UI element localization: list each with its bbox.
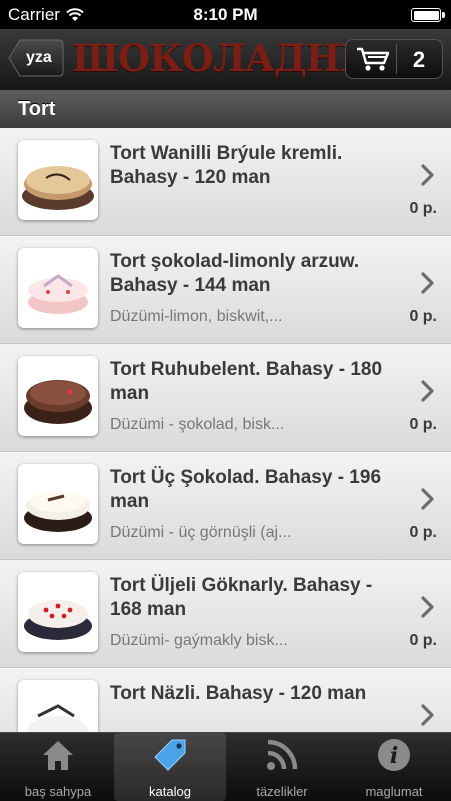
tab-label: katalog (149, 784, 191, 799)
product-row[interactable]: Tort Wanilli Brýule kremli. Bahasy - 120… (0, 128, 451, 236)
chevron-right-icon (421, 380, 434, 402)
status-bar: Carrier 8:10 PM (0, 0, 451, 29)
chevron-right-icon (421, 164, 434, 186)
product-list[interactable]: Tort Wanilli Brýule kremli. Bahasy - 120… (0, 128, 451, 732)
product-thumbnail (18, 464, 98, 544)
product-row[interactable]: Tort Ruhubelent. Bahasy - 180 man Düzümi… (0, 344, 451, 452)
section-title: Tort (18, 98, 56, 120)
tab-info[interactable]: i maglumat (338, 733, 450, 801)
product-price: 0 р. (409, 308, 437, 325)
tab-catalog[interactable]: katalog (114, 733, 226, 801)
product-thumbnail (18, 356, 98, 436)
back-button-label: yza (26, 49, 52, 66)
rss-icon (267, 739, 298, 770)
svg-text:i: i (390, 743, 398, 769)
tag-icon (154, 739, 186, 771)
tab-label: baş sahypa (24, 784, 92, 799)
product-price: 0 р. (409, 416, 437, 433)
product-title: Tort Üç Şokolad. Bahasy - 196 man (110, 467, 382, 512)
product-title: Tort Ruhubelent. Bahasy - 180 man (110, 359, 383, 404)
chevron-right-icon (421, 488, 434, 510)
tab-bar: baş sahypa katalog täzelikler i maglumat (0, 732, 451, 801)
clock: 8:10 PM (193, 5, 258, 24)
product-thumbnail (18, 680, 98, 732)
product-title: Tort Wanilli Brýule kremli. Bahasy - 120… (110, 143, 343, 188)
tab-label: maglumat (365, 784, 423, 799)
brand-logo: ШОКОЛАДНИЦА (72, 36, 439, 80)
chevron-right-icon (421, 596, 434, 618)
chevron-right-icon (421, 704, 434, 726)
navigation-bar: yza ШОКОЛАДНИЦА 2 (0, 29, 451, 91)
info-icon: i (378, 739, 410, 771)
product-title: Tort şokolad-limonly arzuw. Bahasy - 144… (110, 251, 360, 296)
cart-icon (357, 47, 390, 71)
product-description: Düzümi-limon, biskwit,... (110, 308, 283, 325)
chevron-right-icon (421, 272, 434, 294)
product-description: Düzümi- gaýmakly bisk... (110, 632, 288, 649)
tab-home[interactable]: baş sahypa (2, 733, 114, 801)
home-icon (43, 741, 73, 770)
product-row[interactable]: Tort şokolad-limonly arzuw. Bahasy - 144… (0, 236, 451, 344)
product-row[interactable]: Tort Üç Şokolad. Bahasy - 196 man Düzümi… (0, 452, 451, 560)
product-thumbnail (18, 140, 98, 220)
product-row[interactable]: Tort Näzli. Bahasy - 120 man (0, 668, 451, 732)
cart-button[interactable]: 2 (345, 39, 443, 79)
product-price: 0 р. (409, 524, 437, 541)
product-description: Düzümi - üç görnüşli (aj... (110, 524, 292, 541)
product-title: Tort Näzli. Bahasy - 120 man (110, 683, 367, 704)
product-title: Tort Üljeli Göknarly. Bahasy - 168 man (110, 575, 373, 620)
product-price: 0 р. (409, 200, 437, 217)
product-row[interactable]: Tort Üljeli Göknarly. Bahasy - 168 man D… (0, 560, 451, 668)
product-thumbnail (18, 572, 98, 652)
back-button[interactable]: yza (8, 39, 64, 77)
tab-news[interactable]: täzelikler (226, 733, 338, 801)
product-description: Düzümi - şokolad, bisk... (110, 416, 285, 433)
cart-count: 2 (412, 47, 426, 72)
product-thumbnail (18, 248, 98, 328)
section-header: Tort (0, 90, 451, 129)
product-price: 0 р. (409, 632, 437, 649)
battery-icon (411, 8, 445, 22)
tab-label: täzelikler (256, 784, 308, 799)
